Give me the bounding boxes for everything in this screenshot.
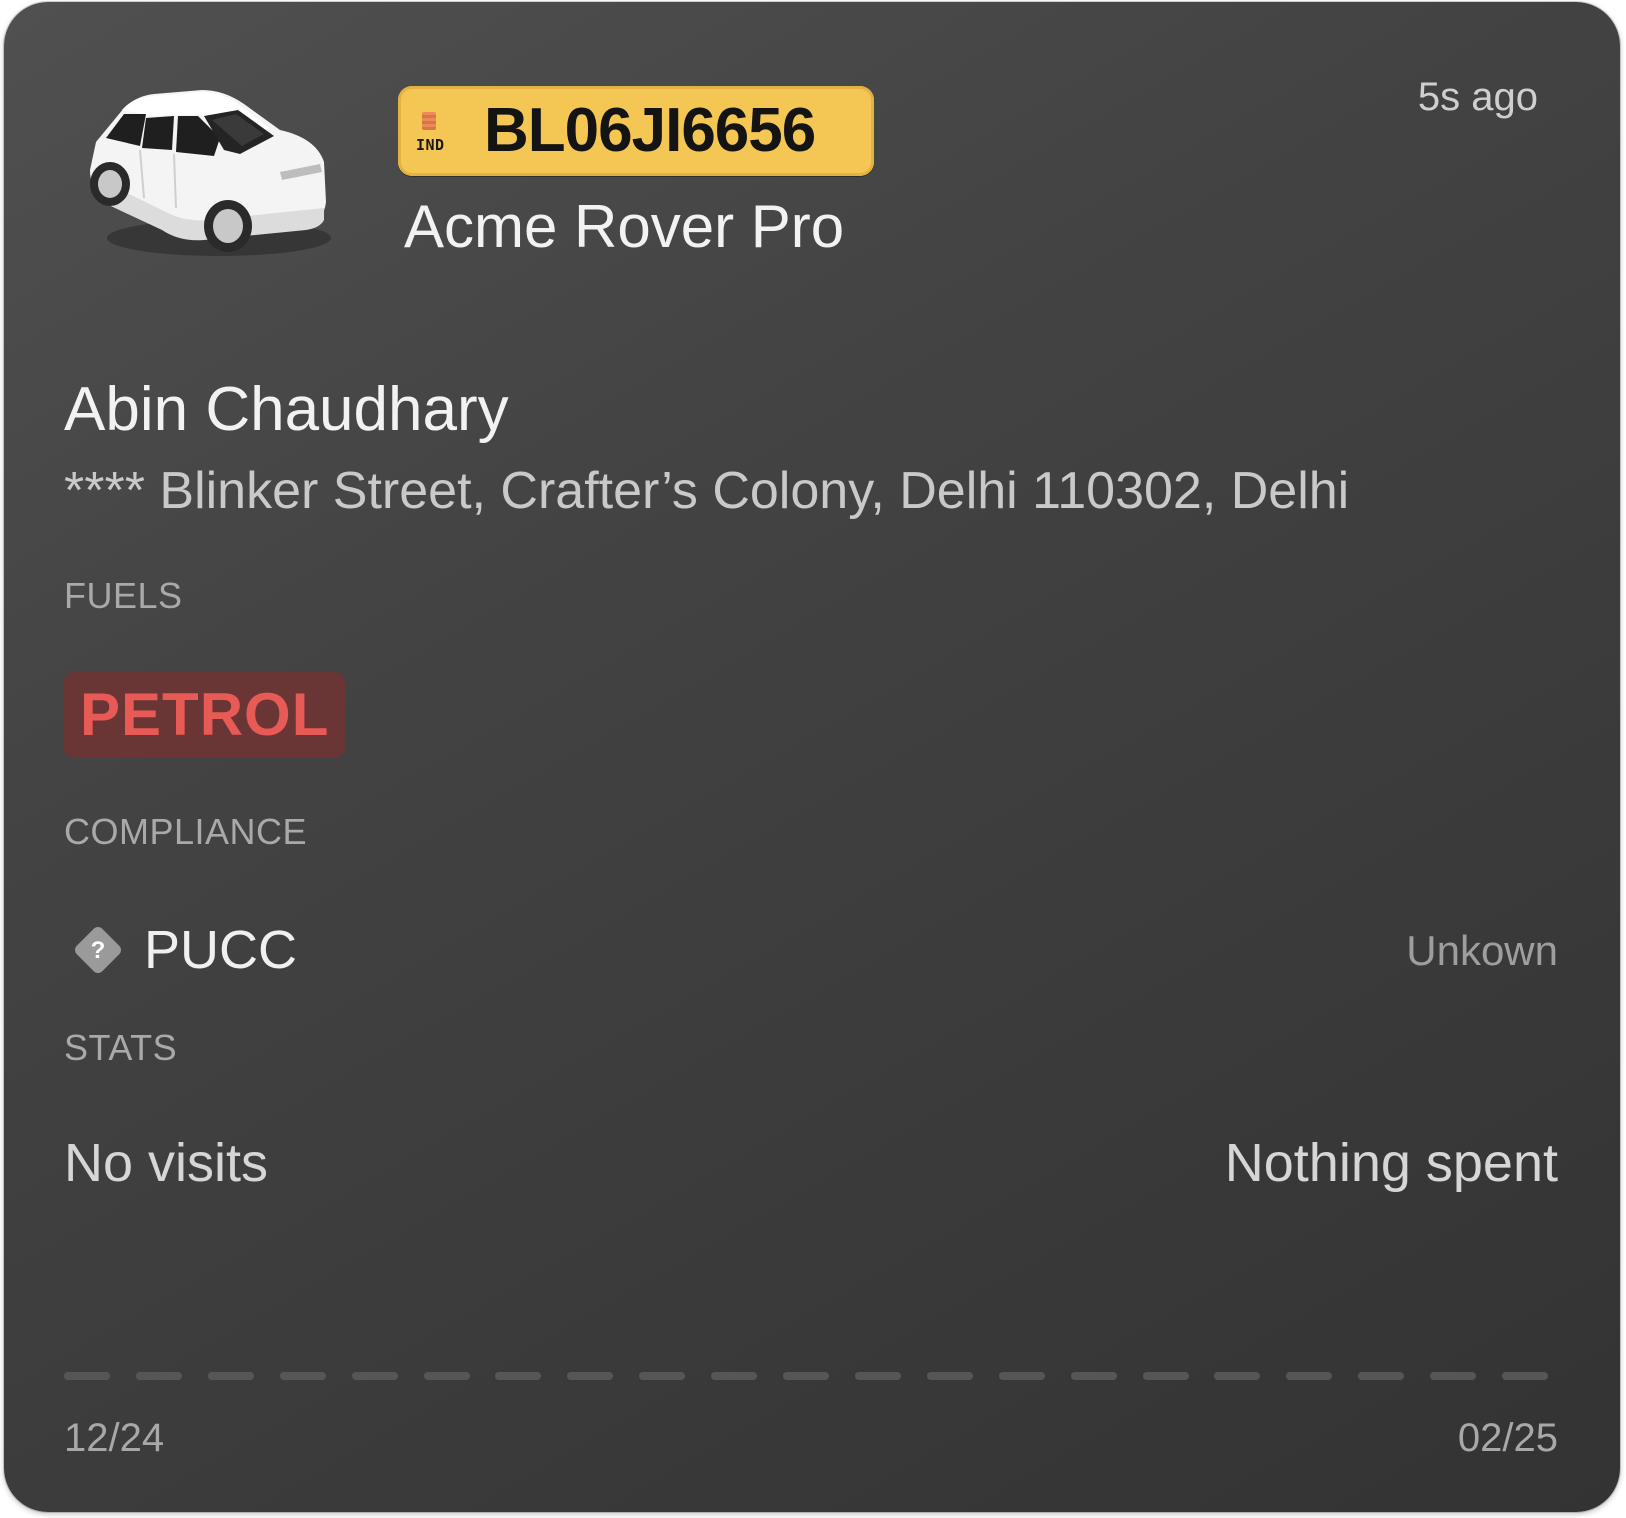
timeline-segment: [1142, 1372, 1189, 1380]
timeline-start-label: 12/24: [64, 1416, 165, 1460]
timeline-segment: [926, 1372, 973, 1380]
timeline-segment: [1430, 1372, 1477, 1380]
license-plate: IND BL06JI6656: [398, 86, 874, 176]
car-icon: [84, 80, 344, 270]
timeline-segment: [1286, 1372, 1333, 1380]
plate-number: BL06JI6656: [484, 96, 816, 165]
fuel-badge-label: PETROL: [80, 681, 330, 748]
timeline-segment: [567, 1372, 614, 1380]
timeline-segment: [64, 1372, 110, 1380]
fuels-section-label: FUELS: [64, 575, 183, 616]
vehicle-model: Acme Rover Pro: [404, 193, 845, 260]
plate-country-code: IND: [416, 136, 445, 154]
compliance-name: PUCC: [144, 920, 298, 980]
timeline-segment: [854, 1372, 901, 1380]
stats-section-label: STATS: [64, 1027, 178, 1068]
stats-spent: Nothing spent: [1224, 1133, 1558, 1193]
timeline-segment: [783, 1372, 829, 1380]
vehicle-card[interactable]: IND BL06JI6656 Acme Rover Pro 5s ago Abi…: [4, 2, 1620, 1512]
compliance-section-label: COMPLIANCE: [64, 811, 308, 852]
timeline-segment: [135, 1372, 182, 1380]
plate-flag-icon: [422, 112, 436, 130]
owner-name: Abin Chaudhary: [64, 375, 509, 444]
last-seen-timestamp: 5s ago: [1417, 75, 1538, 119]
question-diamond-icon: ?: [72, 924, 124, 976]
svg-text:?: ?: [91, 937, 106, 964]
timeline-segment: [207, 1372, 254, 1380]
owner-address: **** Blinker Street, Crafter’s Colony, D…: [64, 462, 1350, 520]
timeline-segment: [1502, 1372, 1548, 1380]
timeline-segment: [423, 1372, 470, 1380]
compliance-status: Unkown: [1406, 927, 1558, 974]
timeline-segment: [639, 1372, 686, 1380]
timeline-segment: [351, 1372, 398, 1380]
timeline-segment: [1070, 1372, 1117, 1380]
timeline-end-label: 02/25: [1457, 1416, 1558, 1460]
timeline-segment: [998, 1372, 1045, 1380]
activity-timeline: [64, 1372, 1548, 1380]
stats-row: No visits Nothing spent: [64, 1130, 1558, 1200]
timeline-segment: [279, 1372, 326, 1380]
timeline-segment: [711, 1372, 758, 1380]
stats-visits: No visits: [64, 1133, 269, 1193]
compliance-item-pucc[interactable]: ? PUCC Unkown: [64, 914, 1558, 986]
fuel-badge-petrol: PETROL: [64, 672, 346, 758]
timeline-segment: [1214, 1372, 1261, 1380]
timeline-segment: [1358, 1372, 1405, 1380]
timeline-segment: [495, 1372, 542, 1380]
